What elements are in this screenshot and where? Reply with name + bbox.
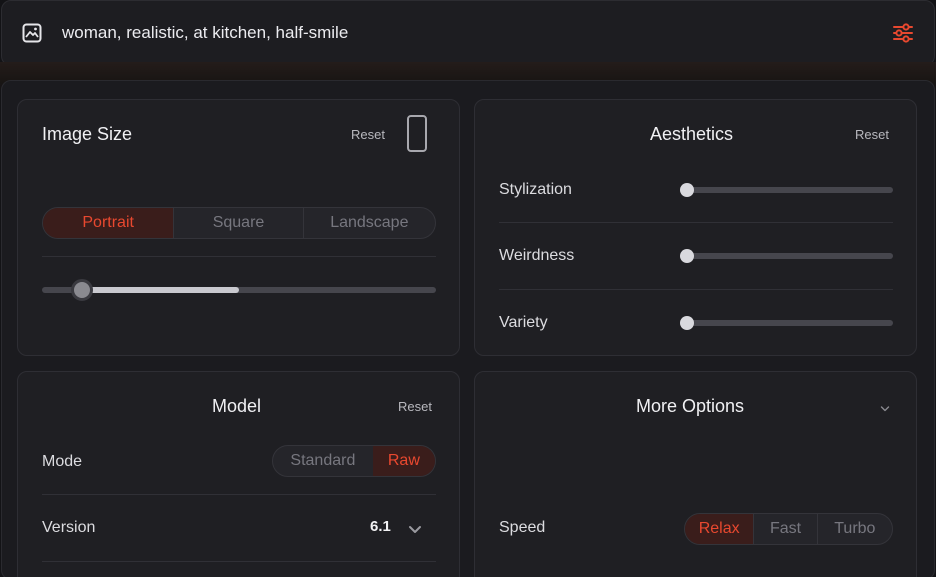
aspect-slider-handle[interactable]: [71, 279, 93, 301]
divider: [42, 561, 436, 562]
variety-slider-track[interactable]: [681, 320, 893, 326]
image-size-title: Image Size: [42, 124, 133, 144]
weirdness-slider-track[interactable]: [681, 253, 893, 259]
chevron-down-icon[interactable]: [408, 522, 422, 536]
prompt-text[interactable]: woman, realistic, at kitchen, half-smile: [62, 23, 888, 43]
aspect-ratio-segmented: Portrait Square Landscape: [42, 207, 436, 239]
aspect-landscape-option[interactable]: Landscape: [304, 208, 435, 238]
aspect-slider-range: [82, 287, 239, 293]
speed-label: Speed: [499, 519, 546, 536]
speed-turbo-option[interactable]: Turbo: [818, 514, 892, 544]
portrait-frame-icon[interactable]: [407, 115, 427, 152]
variety-label: Variety: [499, 314, 548, 331]
stylization-label: Stylization: [499, 181, 572, 198]
stylization-slider-handle[interactable]: [680, 183, 694, 197]
image-size-card: Image Size Reset Portrait Square Landsca…: [17, 99, 460, 356]
mode-raw-option[interactable]: Raw: [372, 446, 435, 476]
mode-standard-option[interactable]: Standard: [273, 446, 373, 476]
sliders-icon[interactable]: [888, 20, 914, 46]
weirdness-slider-handle[interactable]: [680, 249, 694, 263]
mode-label: Mode: [42, 453, 83, 470]
prompt-bar[interactable]: woman, realistic, at kitchen, half-smile: [1, 0, 935, 66]
more-options-title: More Options: [636, 396, 745, 416]
divider: [499, 222, 893, 223]
aesthetics-reset-button[interactable]: Reset: [855, 127, 889, 142]
model-reset-button[interactable]: Reset: [398, 399, 432, 414]
aspect-square-option[interactable]: Square: [174, 208, 304, 238]
aesthetics-title: Aesthetics: [650, 124, 734, 144]
weirdness-label: Weirdness: [499, 247, 575, 264]
aspect-portrait-option[interactable]: Portrait: [43, 208, 175, 238]
divider: [42, 494, 436, 495]
mode-segmented: Standard Raw: [272, 445, 436, 477]
image-size-reset-button[interactable]: Reset: [351, 127, 385, 142]
more-options-card: More Options Speed Relax Fast Turbo: [474, 371, 917, 577]
speed-segmented: Relax Fast Turbo: [684, 513, 893, 545]
speed-relax-option[interactable]: Relax: [685, 514, 755, 544]
speed-fast-option[interactable]: Fast: [754, 514, 818, 544]
version-value[interactable]: 6.1: [370, 518, 391, 535]
version-label: Version: [42, 519, 96, 536]
stylization-slider-track[interactable]: [681, 187, 893, 193]
model-card: Model Reset Mode Standard Raw Version 6.…: [17, 371, 460, 577]
chevron-down-icon[interactable]: [880, 400, 892, 412]
aesthetics-card: Aesthetics Reset Stylization Weirdness V…: [474, 99, 917, 356]
image-icon[interactable]: [22, 22, 44, 44]
variety-slider-handle[interactable]: [680, 316, 694, 330]
divider: [499, 289, 893, 290]
divider: [42, 256, 436, 257]
model-title: Model: [212, 396, 262, 416]
